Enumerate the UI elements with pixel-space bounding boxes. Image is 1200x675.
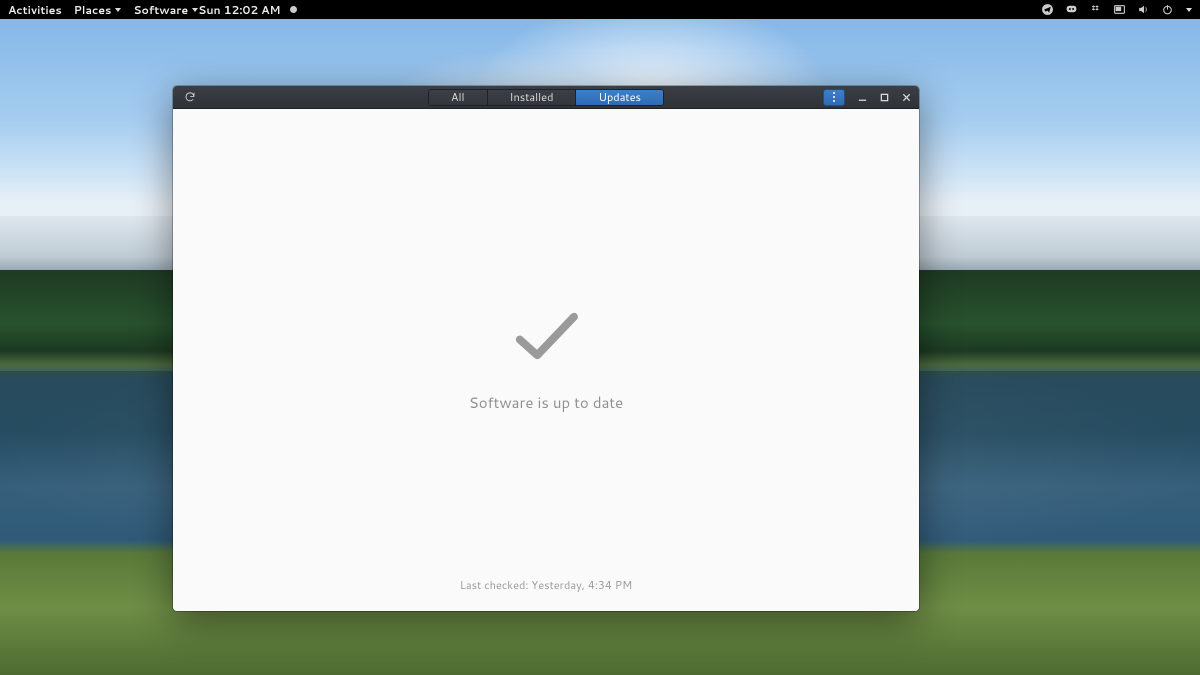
telegram-tray-icon[interactable] bbox=[1040, 3, 1054, 17]
window-headerbar: All Installed Updates bbox=[173, 86, 919, 109]
tab-updates-label: Updates bbox=[598, 89, 640, 105]
close-icon bbox=[902, 93, 911, 102]
tab-all-label: All bbox=[451, 89, 465, 105]
view-switcher: All Installed Updates bbox=[428, 89, 664, 106]
notification-dot-icon bbox=[290, 6, 297, 13]
discord-tray-icon[interactable] bbox=[1064, 3, 1078, 17]
gnome-top-panel: Activities Places Software Sun 12:02 AM bbox=[0, 0, 1200, 19]
panel-clock[interactable]: Sun 12:02 AM bbox=[198, 2, 1040, 18]
minimize-icon bbox=[858, 93, 867, 102]
activities-label: Activities bbox=[8, 2, 62, 18]
refresh-button[interactable] bbox=[179, 88, 201, 107]
hamburger-menu-button[interactable] bbox=[823, 89, 845, 106]
refresh-icon bbox=[184, 91, 196, 103]
minimize-button[interactable] bbox=[851, 86, 873, 109]
tab-installed-label: Installed bbox=[510, 89, 554, 105]
clock-text: Sun 12:02 AM bbox=[198, 2, 280, 18]
software-menu[interactable]: Software bbox=[133, 2, 198, 18]
tab-installed[interactable]: Installed bbox=[488, 90, 577, 105]
close-button[interactable] bbox=[895, 86, 917, 109]
dropbox-tray-icon[interactable] bbox=[1088, 3, 1102, 17]
software-label: Software bbox=[133, 2, 188, 18]
software-window: All Installed Updates bbox=[173, 86, 919, 611]
chevron-down-icon bbox=[115, 8, 121, 12]
updates-pane: Software is up to date Last checked: Yes… bbox=[173, 109, 919, 611]
kebab-icon bbox=[833, 92, 835, 102]
system-menu-chevron-icon[interactable] bbox=[1186, 8, 1192, 12]
volume-tray-icon[interactable] bbox=[1136, 3, 1150, 17]
power-tray-icon[interactable] bbox=[1160, 3, 1174, 17]
maximize-icon bbox=[880, 93, 889, 102]
last-checked-text: Last checked: Yesterday, 4:34 PM bbox=[173, 577, 919, 593]
maximize-button[interactable] bbox=[873, 86, 895, 109]
workspaces-tray-icon[interactable] bbox=[1112, 3, 1126, 17]
places-label: Places bbox=[74, 2, 112, 18]
tab-all[interactable]: All bbox=[429, 90, 488, 105]
activities-button[interactable]: Activities bbox=[8, 2, 62, 18]
checkmark-icon bbox=[511, 308, 581, 370]
tab-updates[interactable]: Updates bbox=[576, 90, 662, 105]
places-menu[interactable]: Places bbox=[74, 2, 122, 18]
status-text: Software is up to date bbox=[469, 392, 623, 413]
